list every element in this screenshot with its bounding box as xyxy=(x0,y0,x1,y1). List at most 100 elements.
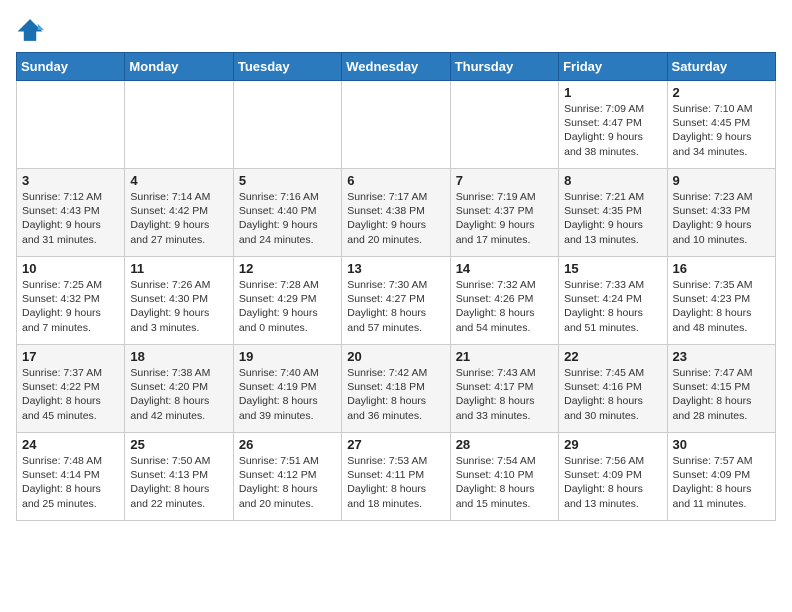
day-number: 3 xyxy=(22,173,119,188)
calendar-cell: 18 Sunrise: 7:38 AM Sunset: 4:20 PM Dayli… xyxy=(125,345,233,433)
day-number: 1 xyxy=(564,85,661,100)
day-number: 20 xyxy=(347,349,444,364)
day-info: Sunrise: 7:43 AM Sunset: 4:17 PM Dayligh… xyxy=(456,366,553,423)
day-number: 6 xyxy=(347,173,444,188)
logo-icon xyxy=(16,16,44,44)
day-info: Sunrise: 7:35 AM Sunset: 4:23 PM Dayligh… xyxy=(673,278,770,335)
day-info: Sunrise: 7:54 AM Sunset: 4:10 PM Dayligh… xyxy=(456,454,553,511)
calendar-cell xyxy=(233,81,341,169)
calendar-cell: 28 Sunrise: 7:54 AM Sunset: 4:10 PM Dayli… xyxy=(450,433,558,521)
page-header xyxy=(16,16,776,44)
day-number: 30 xyxy=(673,437,770,452)
day-number: 28 xyxy=(456,437,553,452)
calendar-cell xyxy=(450,81,558,169)
day-info: Sunrise: 7:32 AM Sunset: 4:26 PM Dayligh… xyxy=(456,278,553,335)
day-info: Sunrise: 7:47 AM Sunset: 4:15 PM Dayligh… xyxy=(673,366,770,423)
day-info: Sunrise: 7:45 AM Sunset: 4:16 PM Dayligh… xyxy=(564,366,661,423)
day-info: Sunrise: 7:21 AM Sunset: 4:35 PM Dayligh… xyxy=(564,190,661,247)
day-info: Sunrise: 7:16 AM Sunset: 4:40 PM Dayligh… xyxy=(239,190,336,247)
day-info: Sunrise: 7:38 AM Sunset: 4:20 PM Dayligh… xyxy=(130,366,227,423)
day-number: 25 xyxy=(130,437,227,452)
day-info: Sunrise: 7:26 AM Sunset: 4:30 PM Dayligh… xyxy=(130,278,227,335)
day-number: 29 xyxy=(564,437,661,452)
day-number: 9 xyxy=(673,173,770,188)
day-info: Sunrise: 7:12 AM Sunset: 4:43 PM Dayligh… xyxy=(22,190,119,247)
day-number: 10 xyxy=(22,261,119,276)
header-monday: Monday xyxy=(125,53,233,81)
day-info: Sunrise: 7:42 AM Sunset: 4:18 PM Dayligh… xyxy=(347,366,444,423)
day-info: Sunrise: 7:37 AM Sunset: 4:22 PM Dayligh… xyxy=(22,366,119,423)
day-number: 7 xyxy=(456,173,553,188)
calendar-cell: 22 Sunrise: 7:45 AM Sunset: 4:16 PM Dayli… xyxy=(559,345,667,433)
day-number: 19 xyxy=(239,349,336,364)
header-sunday: Sunday xyxy=(17,53,125,81)
header-saturday: Saturday xyxy=(667,53,775,81)
day-info: Sunrise: 7:09 AM Sunset: 4:47 PM Dayligh… xyxy=(564,102,661,159)
day-number: 17 xyxy=(22,349,119,364)
calendar-cell: 15 Sunrise: 7:33 AM Sunset: 4:24 PM Dayli… xyxy=(559,257,667,345)
calendar-cell: 26 Sunrise: 7:51 AM Sunset: 4:12 PM Dayli… xyxy=(233,433,341,521)
calendar-cell: 11 Sunrise: 7:26 AM Sunset: 4:30 PM Dayli… xyxy=(125,257,233,345)
day-number: 4 xyxy=(130,173,227,188)
day-info: Sunrise: 7:57 AM Sunset: 4:09 PM Dayligh… xyxy=(673,454,770,511)
calendar-week-2: 10Sunrise: 7:25 AM Sunset: 4:32 PM Dayli… xyxy=(17,257,776,345)
calendar-cell: 1 Sunrise: 7:09 AM Sunset: 4:47 PM Daylig… xyxy=(559,81,667,169)
day-number: 27 xyxy=(347,437,444,452)
calendar-cell: 24 Sunrise: 7:48 AM Sunset: 4:14 PM Dayli… xyxy=(17,433,125,521)
day-number: 26 xyxy=(239,437,336,452)
header-tuesday: Tuesday xyxy=(233,53,341,81)
header-wednesday: Wednesday xyxy=(342,53,450,81)
day-number: 2 xyxy=(673,85,770,100)
calendar-cell: 14 Sunrise: 7:32 AM Sunset: 4:26 PM Dayli… xyxy=(450,257,558,345)
day-info: Sunrise: 7:53 AM Sunset: 4:11 PM Dayligh… xyxy=(347,454,444,511)
calendar-cell: 6 Sunrise: 7:17 AM Sunset: 4:38 PM Daylig… xyxy=(342,169,450,257)
day-number: 16 xyxy=(673,261,770,276)
day-number: 22 xyxy=(564,349,661,364)
calendar-cell xyxy=(17,81,125,169)
day-info: Sunrise: 7:19 AM Sunset: 4:37 PM Dayligh… xyxy=(456,190,553,247)
day-number: 21 xyxy=(456,349,553,364)
day-number: 13 xyxy=(347,261,444,276)
calendar-cell: 20 Sunrise: 7:42 AM Sunset: 4:18 PM Dayli… xyxy=(342,345,450,433)
calendar-week-0: 1 Sunrise: 7:09 AM Sunset: 4:47 PM Daylig… xyxy=(17,81,776,169)
day-info: Sunrise: 7:30 AM Sunset: 4:27 PM Dayligh… xyxy=(347,278,444,335)
calendar-cell: 29 Sunrise: 7:56 AM Sunset: 4:09 PM Dayli… xyxy=(559,433,667,521)
day-info: Sunrise: 7:48 AM Sunset: 4:14 PM Dayligh… xyxy=(22,454,119,511)
calendar-week-1: 3 Sunrise: 7:12 AM Sunset: 4:43 PM Daylig… xyxy=(17,169,776,257)
calendar-cell: 8 Sunrise: 7:21 AM Sunset: 4:35 PM Daylig… xyxy=(559,169,667,257)
calendar-table: SundayMondayTuesdayWednesdayThursdayFrid… xyxy=(16,52,776,521)
day-info: Sunrise: 7:28 AM Sunset: 4:29 PM Dayligh… xyxy=(239,278,336,335)
calendar-header-row: SundayMondayTuesdayWednesdayThursdayFrid… xyxy=(17,53,776,81)
calendar-cell xyxy=(342,81,450,169)
calendar-cell: 25Sunrise: 7:50 AM Sunset: 4:13 PM Dayli… xyxy=(125,433,233,521)
calendar-cell: 4 Sunrise: 7:14 AM Sunset: 4:42 PM Daylig… xyxy=(125,169,233,257)
calendar-cell: 17 Sunrise: 7:37 AM Sunset: 4:22 PM Dayli… xyxy=(17,345,125,433)
day-number: 14 xyxy=(456,261,553,276)
logo xyxy=(16,16,48,44)
day-number: 11 xyxy=(130,261,227,276)
day-info: Sunrise: 7:33 AM Sunset: 4:24 PM Dayligh… xyxy=(564,278,661,335)
calendar-cell: 9Sunrise: 7:23 AM Sunset: 4:33 PM Daylig… xyxy=(667,169,775,257)
day-number: 8 xyxy=(564,173,661,188)
day-number: 18 xyxy=(130,349,227,364)
day-info: Sunrise: 7:51 AM Sunset: 4:12 PM Dayligh… xyxy=(239,454,336,511)
calendar-cell: 30 Sunrise: 7:57 AM Sunset: 4:09 PM Dayli… xyxy=(667,433,775,521)
calendar-body: 1 Sunrise: 7:09 AM Sunset: 4:47 PM Daylig… xyxy=(17,81,776,521)
calendar-week-3: 17 Sunrise: 7:37 AM Sunset: 4:22 PM Dayli… xyxy=(17,345,776,433)
day-number: 23 xyxy=(673,349,770,364)
calendar-cell: 27 Sunrise: 7:53 AM Sunset: 4:11 PM Dayli… xyxy=(342,433,450,521)
calendar-cell: 7 Sunrise: 7:19 AM Sunset: 4:37 PM Daylig… xyxy=(450,169,558,257)
header-friday: Friday xyxy=(559,53,667,81)
calendar-cell: 21 Sunrise: 7:43 AM Sunset: 4:17 PM Dayli… xyxy=(450,345,558,433)
day-number: 5 xyxy=(239,173,336,188)
calendar-cell: 19 Sunrise: 7:40 AM Sunset: 4:19 PM Dayli… xyxy=(233,345,341,433)
calendar-cell: 3 Sunrise: 7:12 AM Sunset: 4:43 PM Daylig… xyxy=(17,169,125,257)
day-info: Sunrise: 7:14 AM Sunset: 4:42 PM Dayligh… xyxy=(130,190,227,247)
day-info: Sunrise: 7:56 AM Sunset: 4:09 PM Dayligh… xyxy=(564,454,661,511)
day-number: 15 xyxy=(564,261,661,276)
calendar-cell: 16 Sunrise: 7:35 AM Sunset: 4:23 PM Dayli… xyxy=(667,257,775,345)
day-info: Sunrise: 7:17 AM Sunset: 4:38 PM Dayligh… xyxy=(347,190,444,247)
calendar-cell: 5 Sunrise: 7:16 AM Sunset: 4:40 PM Daylig… xyxy=(233,169,341,257)
day-number: 24 xyxy=(22,437,119,452)
day-info: Sunrise: 7:40 AM Sunset: 4:19 PM Dayligh… xyxy=(239,366,336,423)
